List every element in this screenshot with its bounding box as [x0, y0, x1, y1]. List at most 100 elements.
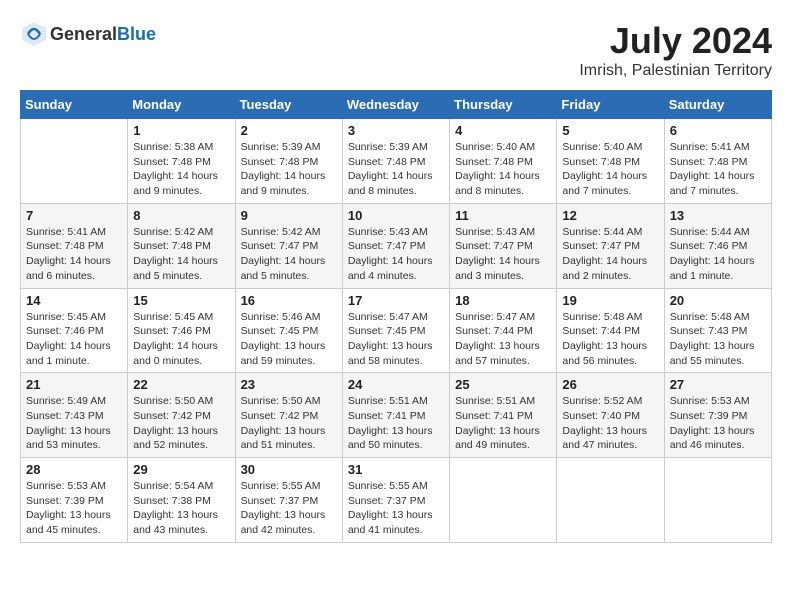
calendar-cell: 1 Sunrise: 5:38 AM Sunset: 7:48 PM Dayli… — [128, 119, 235, 204]
day-number: 18 — [455, 293, 551, 308]
day-number: 17 — [348, 293, 444, 308]
col-thursday: Thursday — [450, 91, 557, 119]
day-info: Sunrise: 5:45 AM Sunset: 7:46 PM Dayligh… — [26, 310, 122, 369]
calendar-cell: 23 Sunrise: 5:50 AM Sunset: 7:42 PM Dayl… — [235, 373, 342, 458]
daylight: Daylight: 13 hours and 41 minutes. — [348, 509, 433, 536]
calendar-week-1: 1 Sunrise: 5:38 AM Sunset: 7:48 PM Dayli… — [21, 119, 772, 204]
day-info: Sunrise: 5:55 AM Sunset: 7:37 PM Dayligh… — [241, 479, 337, 538]
day-number: 12 — [562, 208, 658, 223]
day-number: 5 — [562, 123, 658, 138]
sunset: Sunset: 7:46 PM — [133, 325, 211, 337]
col-tuesday: Tuesday — [235, 91, 342, 119]
daylight: Daylight: 13 hours and 58 minutes. — [348, 340, 433, 367]
daylight: Daylight: 13 hours and 50 minutes. — [348, 425, 433, 452]
daylight: Daylight: 14 hours and 2 minutes. — [562, 255, 647, 282]
day-number: 2 — [241, 123, 337, 138]
calendar-cell: 28 Sunrise: 5:53 AM Sunset: 7:39 PM Dayl… — [21, 458, 128, 543]
sunset: Sunset: 7:46 PM — [670, 240, 748, 252]
sunrise: Sunrise: 5:46 AM — [241, 311, 321, 323]
sunset: Sunset: 7:43 PM — [670, 325, 748, 337]
sunrise: Sunrise: 5:41 AM — [670, 141, 750, 153]
day-info: Sunrise: 5:48 AM Sunset: 7:43 PM Dayligh… — [670, 310, 766, 369]
month-year: July 2024 — [579, 20, 772, 62]
day-number: 28 — [26, 462, 122, 477]
calendar-cell: 19 Sunrise: 5:48 AM Sunset: 7:44 PM Dayl… — [557, 288, 664, 373]
day-info: Sunrise: 5:48 AM Sunset: 7:44 PM Dayligh… — [562, 310, 658, 369]
day-number: 13 — [670, 208, 766, 223]
day-info: Sunrise: 5:54 AM Sunset: 7:38 PM Dayligh… — [133, 479, 229, 538]
day-info: Sunrise: 5:44 AM Sunset: 7:47 PM Dayligh… — [562, 225, 658, 284]
day-info: Sunrise: 5:50 AM Sunset: 7:42 PM Dayligh… — [241, 394, 337, 453]
day-info: Sunrise: 5:53 AM Sunset: 7:39 PM Dayligh… — [670, 394, 766, 453]
daylight: Daylight: 14 hours and 0 minutes. — [133, 340, 218, 367]
sunset: Sunset: 7:38 PM — [133, 495, 211, 507]
sunrise: Sunrise: 5:40 AM — [455, 141, 535, 153]
sunset: Sunset: 7:48 PM — [26, 240, 104, 252]
sunset: Sunset: 7:42 PM — [241, 410, 319, 422]
day-number: 31 — [348, 462, 444, 477]
calendar-cell: 30 Sunrise: 5:55 AM Sunset: 7:37 PM Dayl… — [235, 458, 342, 543]
calendar-cell: 13 Sunrise: 5:44 AM Sunset: 7:46 PM Dayl… — [664, 203, 771, 288]
calendar-cell: 29 Sunrise: 5:54 AM Sunset: 7:38 PM Dayl… — [128, 458, 235, 543]
calendar-cell: 15 Sunrise: 5:45 AM Sunset: 7:46 PM Dayl… — [128, 288, 235, 373]
daylight: Daylight: 13 hours and 53 minutes. — [26, 425, 111, 452]
day-info: Sunrise: 5:52 AM Sunset: 7:40 PM Dayligh… — [562, 394, 658, 453]
calendar-week-2: 7 Sunrise: 5:41 AM Sunset: 7:48 PM Dayli… — [21, 203, 772, 288]
calendar-cell: 24 Sunrise: 5:51 AM Sunset: 7:41 PM Dayl… — [342, 373, 449, 458]
logo-icon — [20, 20, 48, 48]
calendar-cell: 27 Sunrise: 5:53 AM Sunset: 7:39 PM Dayl… — [664, 373, 771, 458]
sunset: Sunset: 7:47 PM — [348, 240, 426, 252]
day-info: Sunrise: 5:42 AM Sunset: 7:48 PM Dayligh… — [133, 225, 229, 284]
day-info: Sunrise: 5:51 AM Sunset: 7:41 PM Dayligh… — [455, 394, 551, 453]
daylight: Daylight: 13 hours and 45 minutes. — [26, 509, 111, 536]
sunrise: Sunrise: 5:48 AM — [670, 311, 750, 323]
calendar-header: Sunday Monday Tuesday Wednesday Thursday… — [21, 91, 772, 119]
logo-text: GeneralBlue — [50, 24, 156, 45]
sunset: Sunset: 7:48 PM — [133, 156, 211, 168]
day-number: 15 — [133, 293, 229, 308]
calendar-cell: 5 Sunrise: 5:40 AM Sunset: 7:48 PM Dayli… — [557, 119, 664, 204]
day-number: 16 — [241, 293, 337, 308]
day-number: 4 — [455, 123, 551, 138]
day-number: 3 — [348, 123, 444, 138]
sunrise: Sunrise: 5:47 AM — [348, 311, 428, 323]
day-info: Sunrise: 5:41 AM Sunset: 7:48 PM Dayligh… — [26, 225, 122, 284]
daylight: Daylight: 13 hours and 42 minutes. — [241, 509, 326, 536]
day-info: Sunrise: 5:43 AM Sunset: 7:47 PM Dayligh… — [455, 225, 551, 284]
day-info: Sunrise: 5:50 AM Sunset: 7:42 PM Dayligh… — [133, 394, 229, 453]
sunset: Sunset: 7:39 PM — [670, 410, 748, 422]
day-info: Sunrise: 5:49 AM Sunset: 7:43 PM Dayligh… — [26, 394, 122, 453]
calendar-cell: 4 Sunrise: 5:40 AM Sunset: 7:48 PM Dayli… — [450, 119, 557, 204]
calendar-cell: 3 Sunrise: 5:39 AM Sunset: 7:48 PM Dayli… — [342, 119, 449, 204]
calendar-cell: 20 Sunrise: 5:48 AM Sunset: 7:43 PM Dayl… — [664, 288, 771, 373]
sunrise: Sunrise: 5:53 AM — [670, 395, 750, 407]
sunset: Sunset: 7:47 PM — [241, 240, 319, 252]
daylight: Daylight: 14 hours and 8 minutes. — [455, 170, 540, 197]
page-header: GeneralBlue July 2024 Imrish, Palestinia… — [20, 20, 772, 80]
sunset: Sunset: 7:41 PM — [455, 410, 533, 422]
sunrise: Sunrise: 5:48 AM — [562, 311, 642, 323]
header-row: Sunday Monday Tuesday Wednesday Thursday… — [21, 91, 772, 119]
daylight: Daylight: 14 hours and 7 minutes. — [670, 170, 755, 197]
day-number: 26 — [562, 377, 658, 392]
calendar-cell: 22 Sunrise: 5:50 AM Sunset: 7:42 PM Dayl… — [128, 373, 235, 458]
sunrise: Sunrise: 5:53 AM — [26, 480, 106, 492]
sunrise: Sunrise: 5:45 AM — [133, 311, 213, 323]
day-info: Sunrise: 5:47 AM Sunset: 7:45 PM Dayligh… — [348, 310, 444, 369]
calendar-cell: 14 Sunrise: 5:45 AM Sunset: 7:46 PM Dayl… — [21, 288, 128, 373]
daylight: Daylight: 14 hours and 9 minutes. — [133, 170, 218, 197]
sunrise: Sunrise: 5:39 AM — [348, 141, 428, 153]
day-info: Sunrise: 5:40 AM Sunset: 7:48 PM Dayligh… — [455, 140, 551, 199]
day-number: 19 — [562, 293, 658, 308]
daylight: Daylight: 13 hours and 59 minutes. — [241, 340, 326, 367]
daylight: Daylight: 14 hours and 7 minutes. — [562, 170, 647, 197]
day-number: 22 — [133, 377, 229, 392]
sunset: Sunset: 7:48 PM — [562, 156, 640, 168]
day-info: Sunrise: 5:40 AM Sunset: 7:48 PM Dayligh… — [562, 140, 658, 199]
day-info: Sunrise: 5:46 AM Sunset: 7:45 PM Dayligh… — [241, 310, 337, 369]
daylight: Daylight: 13 hours and 57 minutes. — [455, 340, 540, 367]
calendar-cell: 11 Sunrise: 5:43 AM Sunset: 7:47 PM Dayl… — [450, 203, 557, 288]
col-friday: Friday — [557, 91, 664, 119]
daylight: Daylight: 14 hours and 1 minute. — [670, 255, 755, 282]
sunrise: Sunrise: 5:51 AM — [348, 395, 428, 407]
